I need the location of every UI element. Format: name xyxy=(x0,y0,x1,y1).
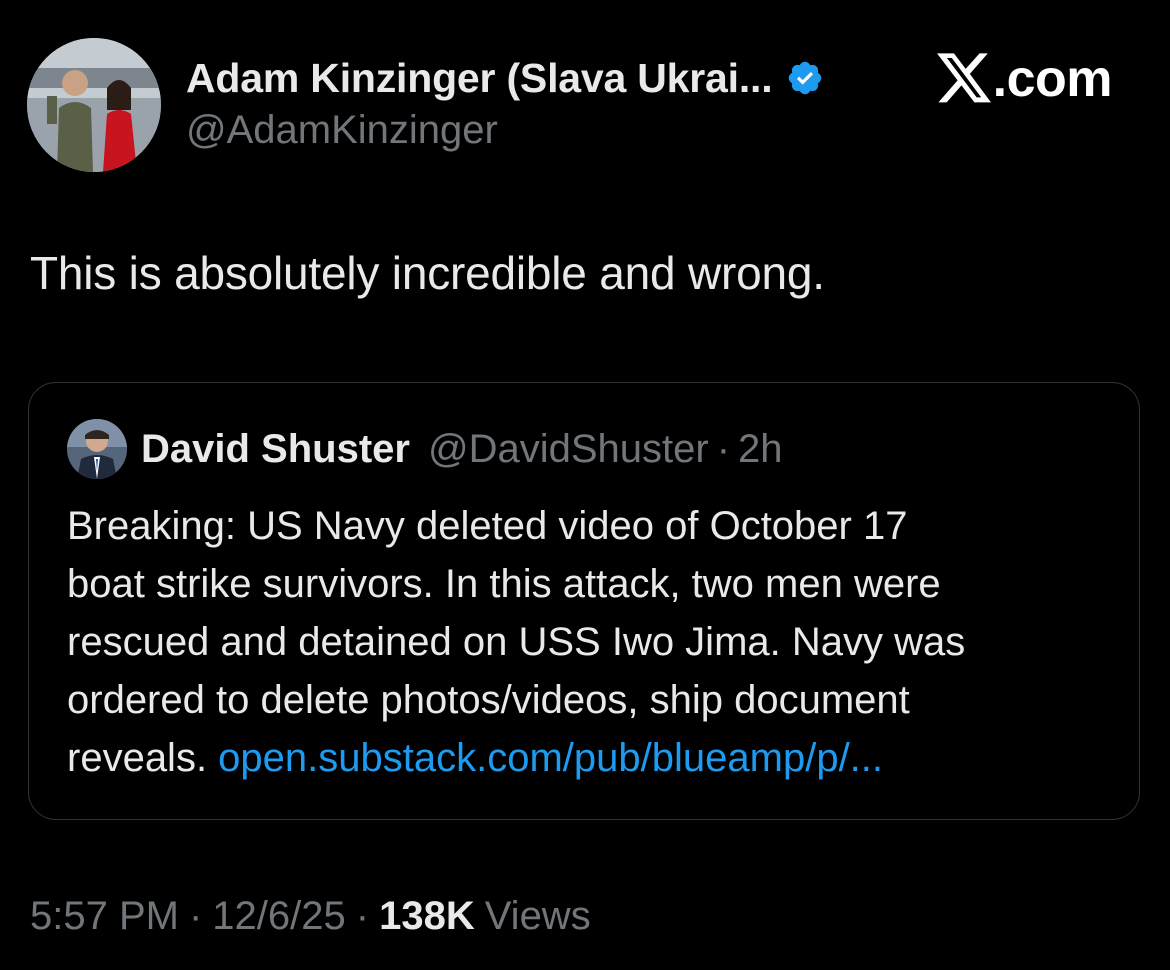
meta-separator: · xyxy=(355,894,370,938)
meta-separator: · xyxy=(188,894,203,938)
quote-author-name[interactable]: David Shuster xyxy=(141,427,410,472)
x-logo-icon xyxy=(936,53,993,105)
author-avatar[interactable] xyxy=(27,38,161,172)
views-count: 138K xyxy=(379,894,475,938)
brand-watermark: .com xyxy=(936,50,1113,108)
tweet-card: Adam Kinzinger (Slava Ukrai... @AdamKinz… xyxy=(0,0,1170,970)
quote-link[interactable]: open.substack.com/pub/blueamp/p/... xyxy=(218,736,883,780)
tweet-text: This is absolutely incredible and wrong. xyxy=(30,247,825,299)
tweet-time[interactable]: 5:57 PM xyxy=(30,894,179,939)
tweet-meta: 5:57 PM · 12/6/25 · 138K Views xyxy=(30,894,591,939)
author-name[interactable]: Adam Kinzinger (Slava Ukrai... xyxy=(186,55,773,102)
author-name-row: Adam Kinzinger (Slava Ukrai... xyxy=(186,52,824,104)
quote-author-handle[interactable]: @DavidShuster xyxy=(428,427,709,472)
tweet-date[interactable]: 12/6/25 xyxy=(212,894,345,939)
quoted-tweet[interactable]: David Shuster @DavidShuster · 2h Breakin… xyxy=(28,382,1140,820)
views-label: Views xyxy=(484,894,591,938)
quote-author-avatar[interactable] xyxy=(67,419,127,479)
quote-text: Breaking: US Navy deleted video of Octob… xyxy=(67,497,1117,787)
quote-separator: · xyxy=(716,427,731,471)
author-handle[interactable]: @AdamKinzinger xyxy=(186,108,498,153)
brand-suffix: .com xyxy=(992,50,1113,108)
quote-timestamp[interactable]: 2h xyxy=(738,427,783,472)
verified-badge-icon xyxy=(786,59,824,97)
quote-header: David Shuster @DavidShuster · 2h xyxy=(141,427,783,472)
